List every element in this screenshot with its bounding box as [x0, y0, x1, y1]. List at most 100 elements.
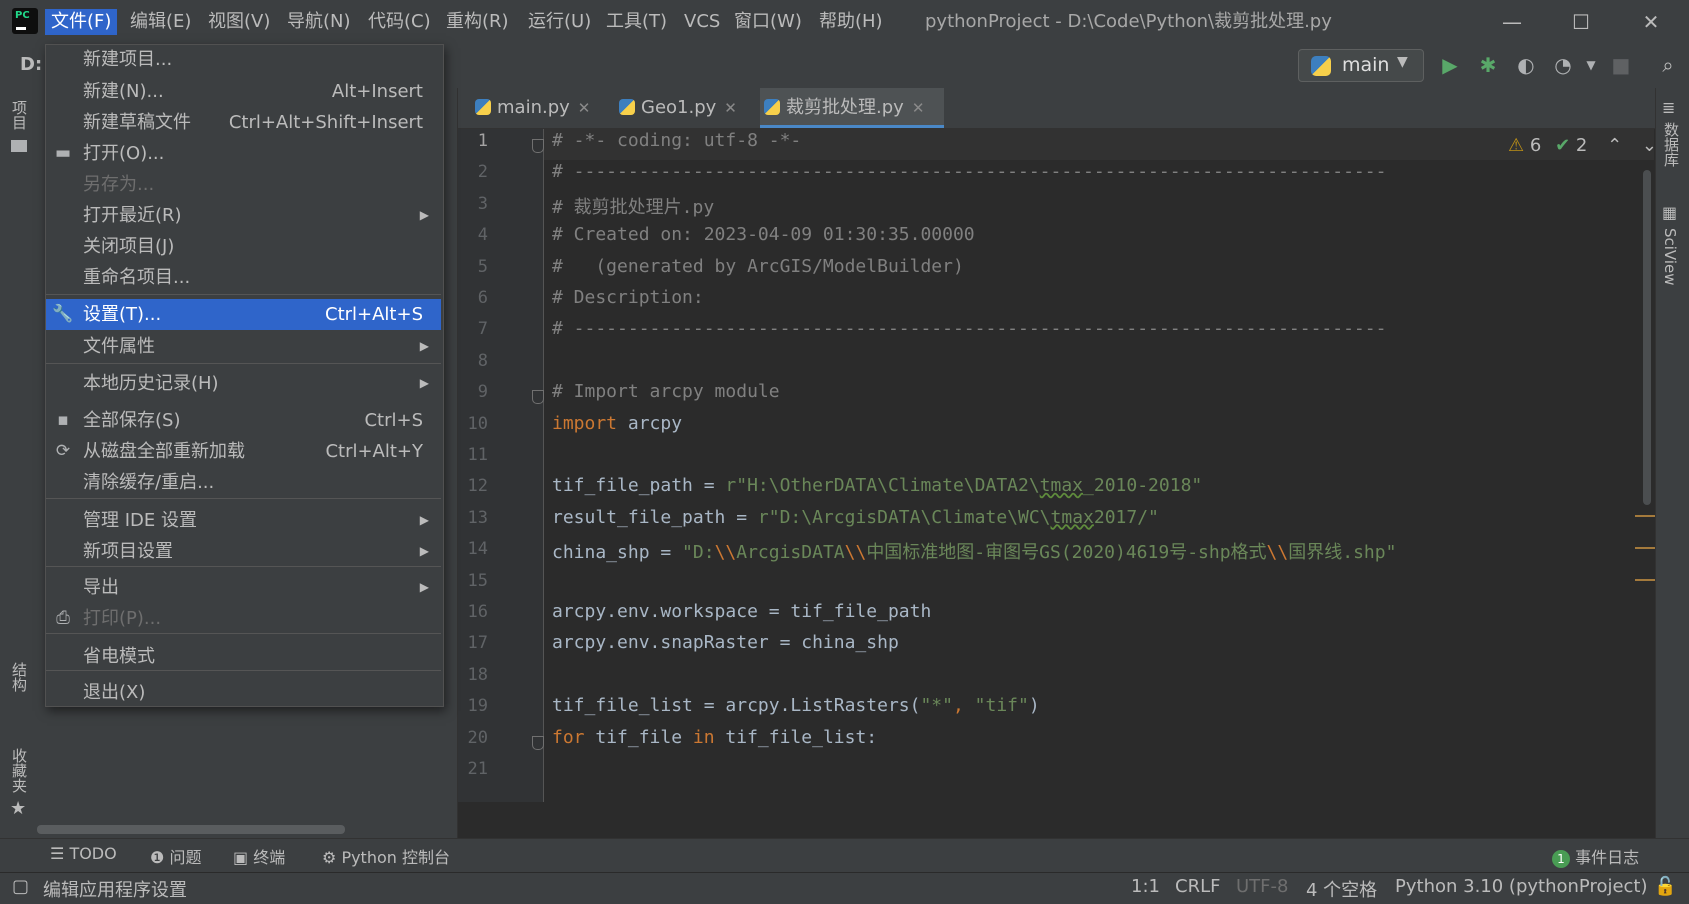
editor-tab[interactable]: Geo1.py ✕ — [615, 88, 754, 128]
maximize-button[interactable]: ☐ — [1558, 6, 1604, 38]
line-separator[interactable]: CRLF — [1175, 876, 1220, 897]
line-number: 10 — [467, 413, 488, 434]
stop-icon[interactable]: ■ — [1608, 52, 1634, 78]
coverage-icon[interactable]: ◐ — [1513, 52, 1539, 78]
menu-8[interactable]: VCS — [678, 9, 726, 35]
menu-0[interactable]: 文件(F) — [45, 9, 118, 35]
chevron-up-icon[interactable]: ⌃ — [1607, 135, 1622, 156]
interpreter-select[interactable]: Python 3.10 (pythonProject) — [1395, 876, 1648, 897]
file-menu-item[interactable]: ▪ 全部保存(S) Ctrl+S — [46, 405, 441, 436]
menu-2[interactable]: 视图(V) — [202, 9, 276, 35]
code-line[interactable]: # Description: — [552, 287, 704, 308]
close-tab-icon[interactable]: ✕ — [578, 99, 591, 117]
lock-icon[interactable]: 🔓 — [1654, 876, 1676, 897]
file-menu-item[interactable]: ⟳ 从磁盘全部重新加载 Ctrl+Alt+Y — [46, 436, 441, 467]
file-menu-item[interactable]: ▬ 打开(O)... — [46, 138, 441, 169]
menu-separator — [46, 498, 441, 499]
code-line[interactable]: import arcpy — [552, 413, 682, 434]
tab-structure[interactable]: 结构 — [9, 662, 30, 692]
menu-item-label: 省电模式 — [83, 646, 155, 667]
minimize-button[interactable]: — — [1489, 6, 1535, 38]
editor-tab[interactable]: main.py ✕ — [471, 88, 605, 128]
run-configuration-select[interactable]: main ▼ — [1298, 49, 1424, 82]
event-log-button[interactable]: 1 事件日志 — [1552, 844, 1639, 868]
chevron-down-icon[interactable]: ▼ — [1578, 52, 1604, 78]
menu-9[interactable]: 窗口(W) — [728, 9, 808, 35]
code-line[interactable]: # 裁剪批处理片.py — [552, 193, 714, 219]
error-stripe-marker[interactable] — [1635, 547, 1655, 549]
menu-item-label: 全部保存(S) — [83, 410, 181, 431]
file-menu-item[interactable]: 新建草稿文件 Ctrl+Alt+Shift+Insert — [46, 107, 441, 138]
menu-10[interactable]: 帮助(H) — [813, 9, 889, 35]
file-menu-item[interactable]: 新项目设置 ▶ — [46, 536, 441, 567]
code-line[interactable]: arcpy.env.snapRaster = china_shp — [552, 632, 899, 653]
code-line[interactable]: arcpy.env.workspace = tif_file_path — [552, 601, 931, 622]
run-icon[interactable]: ▶ — [1437, 52, 1463, 78]
debug-icon[interactable]: ✱ — [1475, 52, 1501, 78]
inspection-widget[interactable]: ⚠ 6 ✔ 2 ⌃ ⌄ — [1508, 135, 1657, 156]
code-line[interactable]: # Import arcpy module — [552, 381, 780, 402]
code-line[interactable]: tif_file_path = r"H:\OtherDATA\Climate\D… — [552, 475, 1202, 496]
search-icon[interactable]: ⌕ — [1655, 52, 1681, 78]
file-menu-item[interactable]: 新建项目... — [46, 44, 441, 75]
file-menu-item[interactable]: 新建(N)... Alt+Insert — [46, 76, 441, 107]
profile-icon[interactable]: ◔ — [1550, 52, 1576, 78]
fold-marker-icon[interactable] — [532, 390, 544, 405]
pycharm-logo-icon[interactable]: PC — [12, 8, 38, 34]
code-line[interactable]: # Created on: 2023-04-09 01:30:35.00000 — [552, 224, 975, 245]
tab-database[interactable]: 数据库 — [1661, 122, 1682, 167]
menu-4[interactable]: 代码(C) — [362, 9, 437, 35]
file-menu-item[interactable]: 文件属性 ▶ — [46, 331, 441, 362]
editor-tab[interactable]: 裁剪批处理.py ✕ — [760, 88, 944, 128]
file-encoding[interactable]: UTF-8 — [1236, 876, 1288, 897]
code-line[interactable]: # --------------------------------------… — [552, 161, 1386, 182]
terminal-button[interactable]: ▣ 终端 — [233, 844, 285, 868]
tab-project[interactable]: 项目 — [9, 100, 30, 130]
file-menu-item[interactable]: 管理 IDE 设置 ▶ — [46, 505, 441, 536]
file-menu-item[interactable]: 打开最近(R) ▶ — [46, 200, 441, 231]
code-line[interactable]: result_file_path = r"D:\ArcgisDATA\Clima… — [552, 507, 1159, 528]
menu-7[interactable]: 工具(T) — [600, 9, 673, 35]
file-menu-item[interactable]: 关闭项目(J) — [46, 231, 441, 262]
file-menu-item[interactable]: 退出(X) — [46, 677, 441, 708]
python-console-button[interactable]: ⚙ Python 控制台 — [322, 844, 450, 868]
problems-button[interactable]: ❶ 问题 — [150, 844, 201, 868]
project-scrollbar[interactable] — [37, 825, 345, 834]
file-menu-item[interactable]: 省电模式 — [46, 641, 441, 672]
menu-item-shortcut: Ctrl+Alt+Y — [325, 441, 423, 462]
close-tab-icon[interactable]: ✕ — [724, 99, 737, 117]
error-stripe-marker[interactable] — [1635, 515, 1655, 517]
file-menu-item[interactable]: 清除缓存/重启... — [46, 467, 441, 498]
tab-label: 裁剪批处理.py — [786, 97, 904, 118]
menu-3[interactable]: 导航(N) — [281, 9, 357, 35]
file-menu-item[interactable]: 导出 ▶ — [46, 572, 441, 603]
code-line[interactable]: # -*- coding: utf-8 -*- — [552, 130, 801, 151]
todo-button[interactable]: ☰ TODO — [50, 844, 117, 863]
file-menu-item[interactable]: 重命名项目... — [46, 262, 441, 293]
code-line[interactable]: china_shp = "D:\\ArcgisDATA\\中国标准地图-审图号G… — [552, 538, 1396, 564]
fold-marker-icon[interactable] — [532, 735, 544, 750]
code-line[interactable]: tif_file_list = arcpy.ListRasters("*", "… — [552, 695, 1040, 716]
close-tab-icon[interactable]: ✕ — [912, 99, 925, 117]
tab-sciview[interactable]: SciView — [1661, 228, 1679, 286]
file-menu-item[interactable]: 🔧 设置(T)... Ctrl+Alt+S — [46, 299, 441, 330]
error-stripe-marker[interactable] — [1635, 579, 1655, 581]
code-line[interactable]: # (generated by ArcGIS/ModelBuilder) — [552, 256, 964, 277]
fold-marker-icon[interactable] — [532, 139, 544, 153]
menu-1[interactable]: 编辑(E) — [124, 9, 197, 35]
menu-6[interactable]: 运行(U) — [522, 9, 597, 35]
editor-scrollbar[interactable] — [1643, 170, 1651, 505]
indent-setting[interactable]: 4 个空格 — [1306, 876, 1377, 902]
panel-toggle-icon[interactable]: ▢ — [12, 876, 29, 897]
weak-warning-count: 2 — [1575, 135, 1588, 156]
chevron-down-icon[interactable]: ⌄ — [1642, 135, 1657, 156]
code-line[interactable]: for tif_file in tif_file_list: — [552, 727, 877, 748]
menu-separator — [46, 363, 441, 364]
file-menu-item[interactable]: 本地历史记录(H) ▶ — [46, 368, 441, 399]
close-window-button[interactable]: ✕ — [1628, 6, 1674, 38]
breadcrumb[interactable]: D: — [20, 54, 42, 75]
caret-position[interactable]: 1:1 — [1131, 876, 1160, 897]
tab-bookmarks[interactable]: 收藏夹 — [9, 748, 30, 793]
code-line[interactable]: # --------------------------------------… — [552, 318, 1386, 339]
menu-5[interactable]: 重构(R) — [440, 9, 515, 35]
